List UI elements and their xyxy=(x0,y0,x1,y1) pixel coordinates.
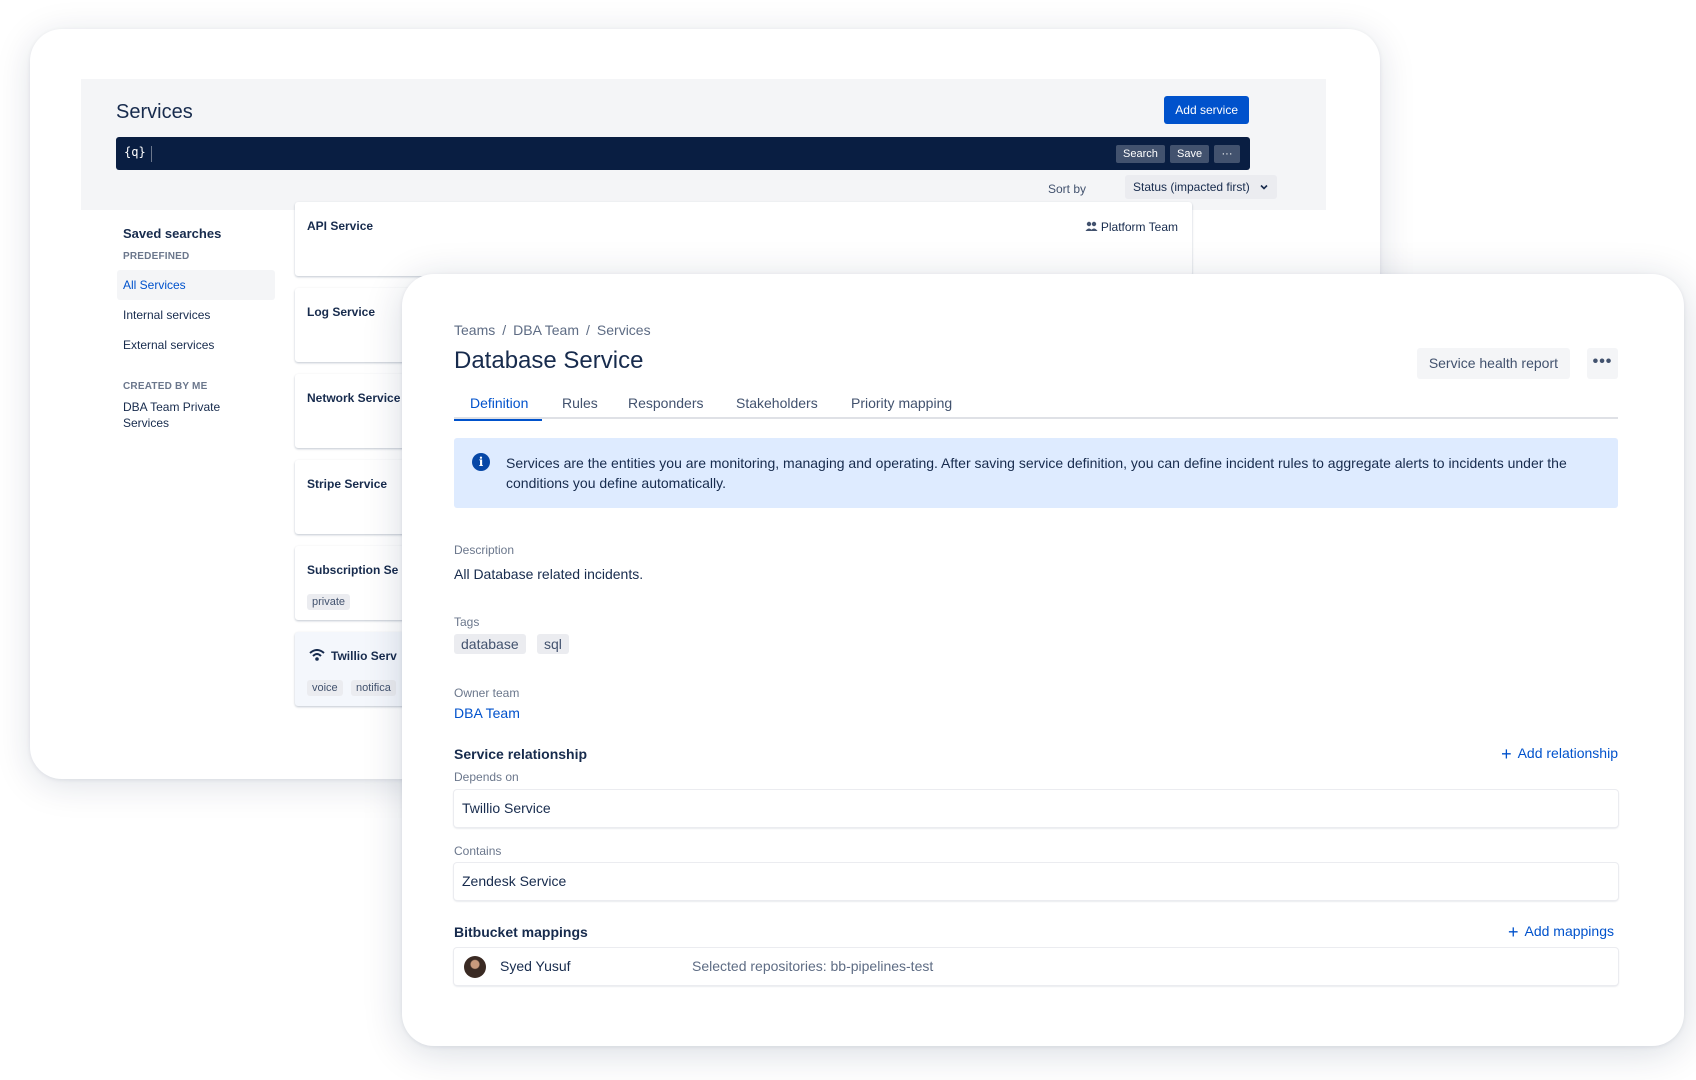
breadcrumb-separator: / xyxy=(502,322,507,338)
service-health-report-button[interactable]: Service health report xyxy=(1416,348,1570,379)
service-name: Stripe Service xyxy=(307,477,388,491)
team-icon xyxy=(1085,221,1098,231)
owner-team-link[interactable]: DBA Team xyxy=(454,705,520,721)
service-detail-window: Teams / DBA Team / Services Database Service… xyxy=(402,274,1684,1046)
info-icon: i xyxy=(472,453,490,471)
service-name: Subscription Se xyxy=(307,563,399,577)
sidebar-item-internal-services[interactable]: Internal services xyxy=(117,300,275,330)
service-tag: voice xyxy=(307,680,343,696)
breadcrumb-dba-team[interactable]: DBA Team xyxy=(513,322,579,338)
mapping-user: Syed Yusuf xyxy=(500,958,571,974)
sort-label: Sort by xyxy=(1048,182,1087,196)
add-relationship-button[interactable]: + Add relationship xyxy=(1501,744,1618,765)
page-title: Services xyxy=(116,101,193,123)
contains-label: Contains xyxy=(454,844,502,858)
more-actions-button[interactable]: ••• xyxy=(1587,348,1618,379)
sidebar-title: Saved searches xyxy=(123,226,222,241)
tag-sql: sql xyxy=(537,634,569,654)
detail-tabs: Definition Rules Responders Stakeholders… xyxy=(453,395,1618,421)
breadcrumb-services[interactable]: Services xyxy=(597,322,651,338)
more-options-button[interactable]: ··· xyxy=(1214,145,1240,163)
sort-select[interactable]: Status (impacted first) xyxy=(1125,175,1278,199)
sidebar-section-predefined: PREDEFINED xyxy=(123,251,190,262)
service-name: Log Service xyxy=(307,305,376,319)
service-name: Twillio Serv xyxy=(309,649,397,663)
plus-icon: + xyxy=(1501,744,1512,764)
sort-value: Status (impacted first) xyxy=(1133,180,1250,194)
tab-rules[interactable]: Rules xyxy=(562,395,598,419)
tab-stakeholders[interactable]: Stakeholders xyxy=(736,395,818,419)
add-service-button[interactable]: Add service xyxy=(1164,96,1249,124)
sidebar-section-created-by-me: CREATED BY ME xyxy=(123,381,208,392)
depends-on-row[interactable]: Twillio Service xyxy=(454,790,1618,827)
owner-team-label: Owner team xyxy=(454,686,520,700)
service-name-text: Twillio Serv xyxy=(331,649,397,663)
info-banner: i Services are the entities you are moni… xyxy=(454,438,1618,508)
query-icon: {q} xyxy=(124,145,146,159)
services-header: Services Add service {q} Search Save ···… xyxy=(81,79,1326,210)
text-cursor xyxy=(151,146,152,162)
tab-responders[interactable]: Responders xyxy=(628,395,704,419)
mapping-repositories: Selected repositories: bb-pipelines-test xyxy=(692,958,934,974)
service-detail-content: Teams / DBA Team / Services Database Service… xyxy=(453,274,1618,1046)
sidebar-item-all-services[interactable]: All Services xyxy=(117,270,275,300)
save-search-button[interactable]: Save xyxy=(1170,145,1210,163)
service-tag: notifica xyxy=(351,680,396,696)
add-mappings-label: Add mappings xyxy=(1524,923,1614,939)
query-input[interactable] xyxy=(158,142,1118,165)
service-title: Database Service xyxy=(454,347,644,374)
service-card-api[interactable]: API Service Platform Team xyxy=(295,202,1192,276)
query-search-bar: {q} Search Save ··· xyxy=(116,137,1250,170)
avatar xyxy=(464,956,486,978)
service-team-label: Platform Team xyxy=(1100,220,1178,234)
add-relationship-label: Add relationship xyxy=(1517,745,1618,761)
signal-icon xyxy=(309,649,325,661)
service-name: API Service xyxy=(307,219,374,233)
service-team: Platform Team xyxy=(1085,220,1178,234)
chevron-down-icon xyxy=(1260,184,1268,190)
depends-on-label: Depends on xyxy=(454,770,519,784)
service-relationship-title: Service relationship xyxy=(454,746,588,762)
tab-definition[interactable]: Definition xyxy=(453,395,543,421)
description-label: Description xyxy=(454,543,515,557)
sidebar-item-dba-team-private[interactable]: DBA Team Private Services xyxy=(117,399,227,433)
breadcrumb-separator: / xyxy=(586,322,590,338)
tags-label: Tags xyxy=(454,615,480,629)
plus-icon: + xyxy=(1507,922,1519,942)
breadcrumb-teams[interactable]: Teams xyxy=(454,322,495,338)
add-mappings-button[interactable]: + Add mappings xyxy=(1508,922,1614,943)
service-tag: private xyxy=(307,594,351,610)
breadcrumb: Teams / DBA Team / Services xyxy=(454,322,651,338)
tag-database: database xyxy=(454,634,526,654)
bitbucket-mappings-title: Bitbucket mappings xyxy=(454,924,588,940)
description-value: All Database related incidents. xyxy=(454,566,644,582)
search-button[interactable]: Search xyxy=(1116,145,1165,163)
tab-priority-mapping[interactable]: Priority mapping xyxy=(851,395,952,419)
sidebar-item-external-services[interactable]: External services xyxy=(117,330,275,360)
bitbucket-mapping-row[interactable]: Syed Yusuf Selected repositories: bb-pip… xyxy=(454,948,1618,985)
info-text: Services are the entities you are monito… xyxy=(506,455,1567,491)
contains-row[interactable]: Zendesk Service xyxy=(454,863,1618,900)
service-name: Network Service xyxy=(307,391,401,405)
